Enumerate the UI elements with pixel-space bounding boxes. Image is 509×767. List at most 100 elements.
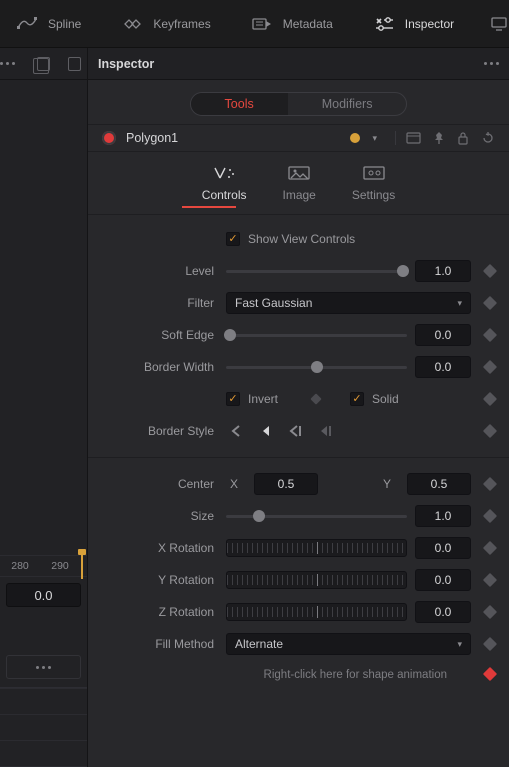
version-dot-icon[interactable] [350, 133, 360, 143]
border-width-slider[interactable] [226, 366, 407, 369]
center-keyframe-icon[interactable] [483, 477, 497, 491]
subtab-label: Controls [202, 188, 247, 202]
fill-method-value: Alternate [235, 637, 283, 651]
ruler-tick: 280 [0, 560, 40, 572]
border-width-label: Border Width [102, 360, 218, 374]
monitor-icon [488, 15, 509, 33]
border-width-keyframe-icon[interactable] [483, 360, 497, 374]
level-value[interactable]: 1.0 [415, 260, 471, 282]
reset-icon[interactable] [481, 131, 495, 145]
soft-edge-label: Soft Edge [102, 328, 218, 342]
window-icon[interactable] [406, 132, 421, 144]
tab-extra[interactable] [484, 9, 509, 39]
size-slider[interactable] [226, 515, 407, 518]
controls-icon [210, 164, 238, 182]
y-rotation-keyframe-icon[interactable] [483, 573, 497, 587]
y-rotation-dial[interactable] [226, 571, 407, 589]
track-area[interactable] [0, 687, 87, 767]
left-options-button[interactable] [6, 655, 81, 679]
soft-edge-value[interactable]: 0.0 [415, 324, 471, 346]
size-label: Size [102, 509, 218, 523]
show-view-controls-label: Show View Controls [248, 232, 355, 246]
invert-keyframe-icon[interactable] [310, 393, 321, 404]
x-rotation-dial[interactable] [226, 539, 407, 557]
level-slider[interactable] [226, 270, 407, 273]
border-style-keyframe-icon[interactable] [483, 424, 497, 438]
filter-keyframe-icon[interactable] [483, 296, 497, 310]
tab-keyframes[interactable]: Keyframes [111, 9, 220, 39]
tab-label: Keyframes [153, 17, 210, 31]
panel-options-icon[interactable] [484, 62, 499, 65]
subtab-label: Image [282, 188, 315, 202]
center-x-value[interactable]: 0.5 [254, 473, 318, 495]
size-value[interactable]: 1.0 [415, 505, 471, 527]
lock-icon[interactable] [457, 131, 469, 145]
solid-label: Solid [372, 392, 422, 406]
shape-animation-hint[interactable]: Right-click here for shape animation [264, 667, 471, 681]
fill-method-select[interactable]: Alternate ▾ [226, 633, 471, 655]
segment-tools[interactable]: Tools [191, 93, 288, 115]
border-style-label: Border Style [102, 424, 218, 438]
playhead[interactable] [81, 553, 83, 579]
x-rotation-keyframe-icon[interactable] [483, 541, 497, 555]
left-sidebar: 280 290 0.0 [0, 80, 88, 767]
border-width-value[interactable]: 0.0 [415, 356, 471, 378]
soft-edge-keyframe-icon[interactable] [483, 328, 497, 342]
y-rotation-label: Y Rotation [102, 573, 218, 587]
ruler-tick: 290 [40, 560, 80, 572]
node-color-icon[interactable] [102, 131, 116, 145]
node-name[interactable]: Polygon1 [126, 131, 340, 145]
soft-edge-slider[interactable] [226, 334, 407, 337]
z-rotation-keyframe-icon[interactable] [483, 605, 497, 619]
center-y-label: Y [379, 477, 399, 491]
filter-select[interactable]: Fast Gaussian ▾ [226, 292, 471, 314]
pin-icon[interactable] [433, 131, 445, 145]
border-style-4-icon[interactable] [316, 421, 336, 441]
size-keyframe-icon[interactable] [483, 509, 497, 523]
z-rotation-label: Z Rotation [102, 605, 218, 619]
subtab-image[interactable]: Image [282, 164, 315, 202]
x-rotation-value[interactable]: 0.0 [415, 537, 471, 559]
filter-value: Fast Gaussian [235, 296, 312, 310]
x-rotation-label: X Rotation [102, 541, 218, 555]
inspector-icon [373, 15, 395, 33]
center-y-value[interactable]: 0.5 [407, 473, 471, 495]
filter-label: Filter [102, 296, 218, 310]
border-style-3-icon[interactable] [286, 421, 306, 441]
solid-keyframe-icon[interactable] [483, 392, 497, 406]
border-style-1-icon[interactable] [226, 421, 246, 441]
show-view-controls-checkbox[interactable] [226, 232, 240, 246]
chevron-down-icon: ▾ [457, 298, 462, 309]
z-rotation-value[interactable]: 0.0 [415, 601, 471, 623]
spline-icon [16, 15, 38, 33]
z-rotation-dial[interactable] [226, 603, 407, 621]
chevron-down-icon: ▾ [457, 639, 462, 650]
keyframes-icon [121, 15, 143, 33]
layout-single-icon[interactable] [68, 57, 81, 71]
settings-icon [360, 164, 388, 182]
subtab-label: Settings [352, 188, 395, 202]
tab-label: Spline [48, 17, 81, 31]
segment-modifiers[interactable]: Modifiers [288, 93, 407, 115]
timeline-readout[interactable]: 0.0 [6, 583, 81, 607]
tab-metadata[interactable]: Metadata [241, 9, 343, 39]
panel-title: Inspector [98, 57, 154, 71]
shape-animation-keyframe-icon[interactable] [483, 667, 497, 681]
timeline-ruler[interactable]: 280 290 [0, 555, 87, 577]
subtab-settings[interactable]: Settings [352, 164, 395, 202]
subtab-controls[interactable]: Controls [202, 164, 247, 202]
tab-spline[interactable]: Spline [6, 9, 91, 39]
fill-method-keyframe-icon[interactable] [483, 637, 497, 651]
chevron-down-icon[interactable]: ▾ [372, 133, 377, 144]
border-style-2-icon[interactable] [256, 421, 276, 441]
tab-inspector[interactable]: Inspector [363, 9, 464, 39]
segment-tools-modifiers: Tools Modifiers [190, 92, 408, 116]
invert-checkbox[interactable] [226, 392, 240, 406]
solid-checkbox[interactable] [350, 392, 364, 406]
level-keyframe-icon[interactable] [483, 264, 497, 278]
y-rotation-value[interactable]: 0.0 [415, 569, 471, 591]
center-label: Center [102, 477, 218, 491]
invert-label: Invert [248, 392, 298, 406]
layout-split-icon[interactable] [37, 57, 50, 71]
options-menu-icon[interactable] [0, 62, 15, 65]
